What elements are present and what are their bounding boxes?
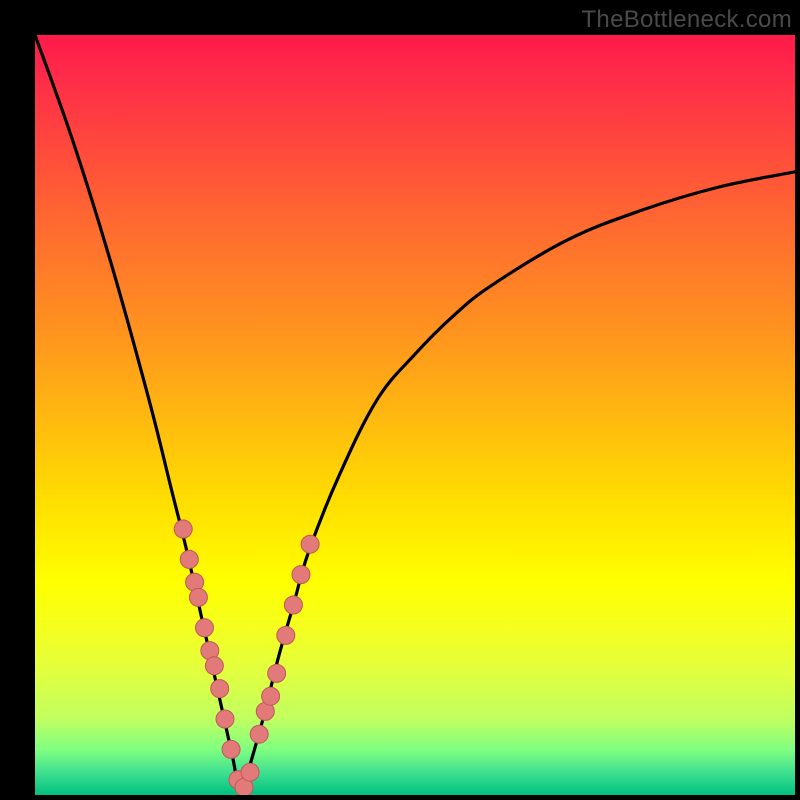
chart-frame [35, 35, 795, 795]
data-marker [216, 710, 234, 728]
data-marker [250, 725, 268, 743]
data-marker [180, 550, 198, 568]
data-marker [268, 664, 286, 682]
data-marker [301, 535, 319, 553]
data-marker [174, 520, 192, 538]
data-marker [222, 740, 240, 758]
data-marker [292, 566, 310, 584]
attribution-text: TheBottleneck.com [581, 6, 792, 34]
data-marker [284, 596, 302, 614]
bottleneck-curve [35, 35, 795, 795]
data-marker [205, 657, 223, 675]
chart-svg [35, 35, 795, 795]
data-marker [241, 763, 259, 781]
data-marker [262, 687, 280, 705]
data-marker [277, 626, 295, 644]
data-marker [211, 680, 229, 698]
marker-group [174, 520, 319, 795]
data-marker [189, 588, 207, 606]
data-marker [195, 619, 213, 637]
